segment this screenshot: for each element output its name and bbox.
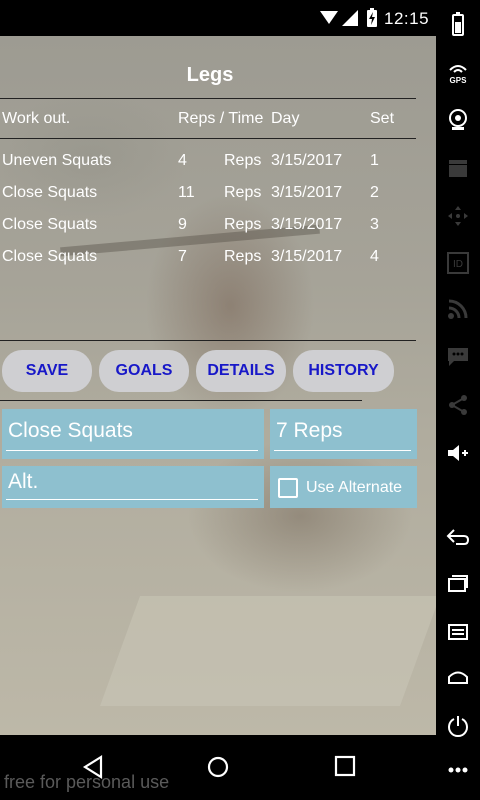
status-bar: 12:15: [0, 0, 436, 36]
cell-workout: Uneven Squats: [2, 152, 112, 169]
divider-buttons: [0, 340, 416, 341]
use-alternate-toggle[interactable]: Use Alternate: [270, 466, 417, 508]
history-button[interactable]: HISTORY: [293, 350, 394, 392]
cell-workout: Close Squats: [2, 184, 98, 201]
alt-field-underline: [6, 499, 258, 500]
divider-top: [0, 98, 416, 99]
exercise-field[interactable]: Close Squats: [2, 409, 264, 459]
reps-field-underline: [274, 450, 411, 451]
cell-day: 3/15/2017: [271, 184, 343, 201]
cell-day: 3/15/2017: [271, 248, 343, 265]
goals-button[interactable]: GOALS: [99, 350, 189, 392]
recents-icon[interactable]: [436, 574, 480, 594]
cell-day: 3/15/2017: [271, 216, 343, 233]
side-toolbar: GPS ID: [436, 0, 480, 800]
cell-count: 9: [178, 216, 187, 233]
background-photo-slab: [99, 596, 436, 706]
app-content: Legs Work out. Reps / Time Day Set Uneve…: [0, 36, 436, 735]
use-alternate-checkbox[interactable]: [278, 478, 298, 498]
gps-label: GPS: [450, 76, 468, 84]
sms-icon[interactable]: [436, 346, 480, 368]
gps-icon[interactable]: GPS: [436, 62, 480, 84]
reps-field-value: 7 Reps: [276, 419, 343, 442]
cell-set: 4: [370, 248, 379, 265]
rss-icon[interactable]: [436, 298, 480, 320]
clapperboard-icon[interactable]: [436, 158, 480, 178]
table-row[interactable]: Close Squats 11 Reps 3/15/2017 2: [0, 184, 420, 214]
table-row[interactable]: Close Squats 7 Reps 3/15/2017 4: [0, 248, 420, 278]
battery-charging-icon: [367, 8, 377, 27]
cell-set: 3: [370, 216, 379, 233]
cell-count: 4: [178, 152, 187, 169]
more-icon[interactable]: [436, 766, 480, 774]
cell-set: 2: [370, 184, 379, 201]
share-icon[interactable]: [436, 394, 480, 416]
exercise-field-value: Close Squats: [8, 419, 133, 442]
cell-unit: Reps: [224, 152, 262, 169]
cell-workout: Close Squats: [2, 216, 98, 233]
table-row[interactable]: Close Squats 9 Reps 3/15/2017 3: [0, 216, 420, 246]
status-time: 12:15: [384, 9, 430, 28]
cell-workout: Close Squats: [2, 248, 98, 265]
cell-unit: Reps: [224, 216, 262, 233]
alt-field[interactable]: Alt.: [2, 466, 264, 508]
volume-up-icon[interactable]: [436, 442, 480, 464]
cell-unit: Reps: [224, 248, 262, 265]
battery-icon[interactable]: [436, 12, 480, 36]
divider-header: [0, 138, 416, 139]
wifi-signal-icon: [320, 10, 358, 26]
header-reps-time: Reps / Time: [178, 110, 264, 127]
divider-form: [0, 400, 362, 401]
menu-icon[interactable]: [436, 622, 480, 642]
details-button[interactable]: DETAILS: [196, 350, 286, 392]
cell-set: 1: [370, 152, 379, 169]
id-icon[interactable]: ID: [436, 252, 480, 274]
alt-field-value: Alt.: [8, 470, 39, 493]
recents-square-icon[interactable]: [334, 755, 356, 777]
cell-count: 7: [178, 248, 187, 265]
save-button[interactable]: SAVE: [2, 350, 92, 392]
cell-count: 11: [178, 184, 195, 201]
reps-field[interactable]: 7 Reps: [270, 409, 417, 459]
header-set: Set: [370, 110, 395, 127]
exercise-field-underline: [6, 450, 258, 451]
dpad-icon[interactable]: [436, 204, 480, 228]
webcam-icon[interactable]: [436, 108, 480, 132]
home-icon[interactable]: [436, 668, 480, 686]
table-row[interactable]: Uneven Squats 4 Reps 3/15/2017 1: [0, 152, 420, 182]
cell-unit: Reps: [224, 184, 262, 201]
watermark-text: free for personal use: [4, 772, 170, 792]
page-title: Legs: [186, 64, 234, 86]
id-label: ID: [453, 259, 463, 270]
power-icon[interactable]: [436, 714, 480, 738]
use-alternate-label: Use Alternate: [306, 479, 403, 496]
cell-day: 3/15/2017: [271, 152, 343, 169]
home-circle-icon[interactable]: [206, 755, 230, 779]
header-day: Day: [271, 110, 300, 127]
back-icon[interactable]: [436, 528, 480, 546]
header-workout: Work out.: [2, 110, 71, 127]
